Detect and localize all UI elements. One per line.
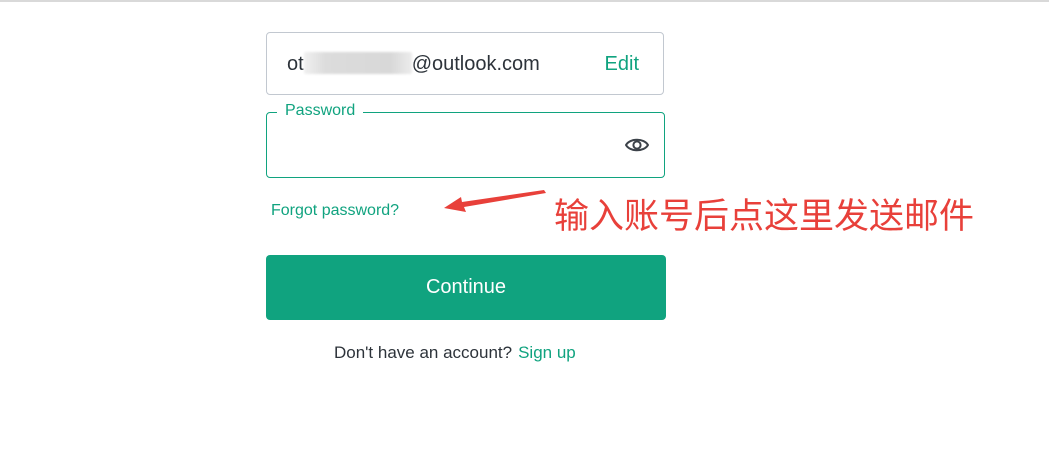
password-label: Password	[277, 101, 364, 121]
signup-prompt: Don't have an account?	[334, 343, 513, 362]
continue-button[interactable]: Continue	[266, 255, 666, 320]
email-display-field: ot @outlook.com Edit	[266, 32, 664, 95]
edit-email-link[interactable]: Edit	[605, 52, 639, 76]
signup-link[interactable]: Sign up	[518, 343, 576, 362]
email-prefix: ot	[287, 53, 304, 75]
top-divider	[0, 0, 1049, 2]
password-input[interactable]	[283, 131, 607, 161]
forgot-password-link[interactable]: Forgot password?	[271, 201, 399, 221]
annotation-text: 输入账号后点这里发送邮件	[554, 197, 975, 237]
eye-icon[interactable]	[624, 134, 650, 156]
signup-row: Don't have an account? Sign up	[334, 342, 576, 364]
annotation-arrow-icon	[444, 190, 546, 212]
email-redaction	[303, 52, 412, 74]
email-suffix: @outlook.com	[411, 53, 540, 75]
email-address: ot @outlook.com	[287, 52, 540, 76]
password-field: Password	[266, 101, 665, 178]
